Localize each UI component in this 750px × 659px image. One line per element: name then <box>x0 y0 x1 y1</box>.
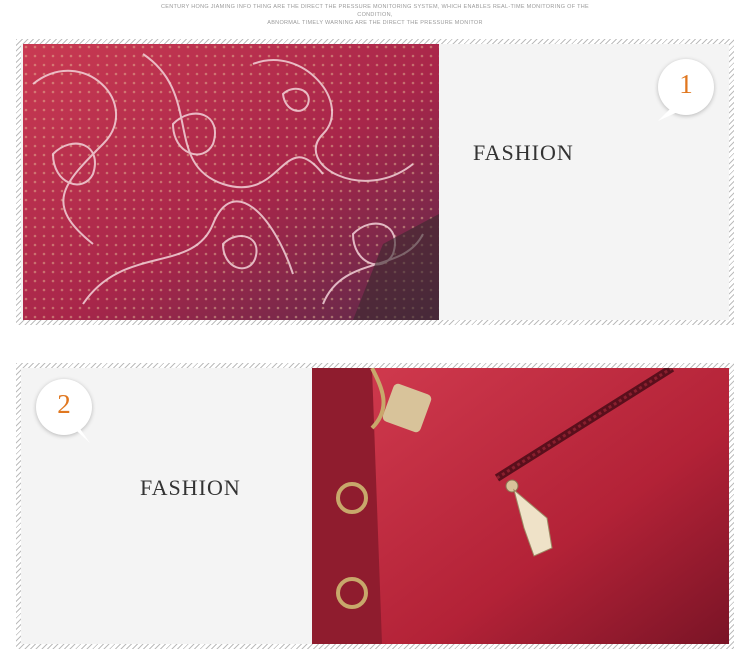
fashion-label-1: FASHION <box>473 140 574 165</box>
bubble-tail-icon <box>658 103 684 121</box>
fashion-label-2: FASHION <box>140 475 241 500</box>
number-bubble-1: 1 <box>658 59 714 121</box>
number-bubble-2: 2 <box>36 379 92 443</box>
caption-line-2: abnormal timely warning are the direct t… <box>267 20 483 26</box>
red-leather-bag-photo <box>312 368 729 644</box>
panel-number-2: 2 <box>57 389 71 419</box>
bubble-tail-icon <box>68 423 90 443</box>
caption-line-1: Century Hong Jiaming info thing are the … <box>160 4 590 18</box>
panel-number-1: 1 <box>679 69 693 99</box>
top-caption: Century Hong Jiaming info thing are the … <box>150 3 600 27</box>
embossed-leather-photo <box>23 44 439 320</box>
